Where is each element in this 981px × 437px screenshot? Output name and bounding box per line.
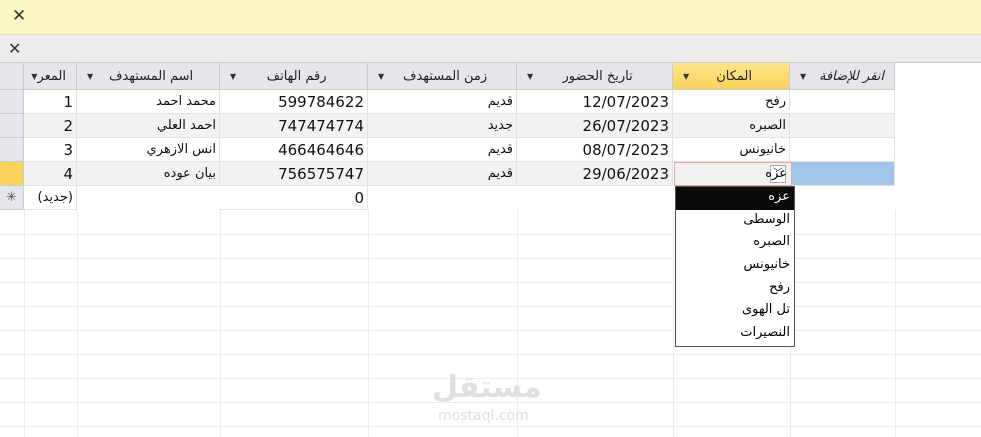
dropdown-option[interactable]: عزه xyxy=(676,187,794,210)
cell-date[interactable]: 08/07/2023 xyxy=(517,138,673,162)
place-dropdown-list: عزه الوسطى الصبره خانيونس رفح تل الهوى النصيرا… xyxy=(675,186,795,347)
cell-phone[interactable]: 756575747 xyxy=(220,162,368,186)
new-record-icon[interactable]: ✳ xyxy=(0,186,24,210)
grid-line xyxy=(0,426,981,427)
cell-date[interactable]: 26/07/2023 xyxy=(517,114,673,138)
dropdown-option[interactable]: الوسطى xyxy=(676,210,794,233)
dropdown-option[interactable]: النصيرات xyxy=(676,323,794,346)
grid-line xyxy=(220,210,221,437)
cell-add-field[interactable] xyxy=(790,138,895,162)
chevron-down-icon[interactable]: ▼ xyxy=(800,72,806,81)
cell-new-id[interactable]: (جديد) xyxy=(24,186,77,210)
close-icon[interactable]: ✕ xyxy=(8,39,21,58)
row-selector[interactable] xyxy=(0,114,24,138)
dropdown-option[interactable]: خانيونس xyxy=(676,255,794,278)
cell-id[interactable]: 2 xyxy=(24,114,77,138)
chevron-down-icon[interactable]: ▼ xyxy=(31,72,37,81)
grid-line xyxy=(24,210,25,437)
column-header-label: انقر للإضافة xyxy=(818,68,884,84)
grid-line xyxy=(77,210,78,437)
watermark-url: mostaql.com xyxy=(438,408,529,424)
cell-time[interactable]: قديم xyxy=(368,162,517,186)
close-icon[interactable]: ✕ xyxy=(12,6,26,26)
cell-time[interactable]: قديم xyxy=(368,90,517,114)
cell-name[interactable]: انس الازهري xyxy=(77,138,220,162)
column-header-label: اسم المستهدف xyxy=(108,68,194,84)
column-header-label: تاريخ الحضور xyxy=(562,68,633,84)
cell-name[interactable]: احمد العلي xyxy=(77,114,220,138)
cell-phone[interactable]: 599784622 xyxy=(220,90,368,114)
place-combo-box[interactable]: ﹀ عزه xyxy=(674,162,792,186)
chevron-down-icon[interactable]: ▼ xyxy=(378,72,384,81)
cell-id[interactable]: 4 xyxy=(24,162,77,186)
column-header-label: المكان xyxy=(716,68,752,84)
cell-place[interactable]: الصبره xyxy=(673,114,790,138)
grid-line xyxy=(0,258,981,259)
chevron-down-icon[interactable]: ▼ xyxy=(527,72,533,81)
chevron-down-icon[interactable]: ▼ xyxy=(683,72,689,81)
column-header-label: المعر xyxy=(37,68,66,84)
chevron-down-icon[interactable]: ▼ xyxy=(87,72,93,81)
cell-place[interactable]: خانيونس xyxy=(673,138,790,162)
document-tab-bar: ✕ xyxy=(0,35,981,63)
cell-time[interactable]: قديم xyxy=(368,138,517,162)
cell-add-field[interactable] xyxy=(790,90,895,114)
column-header[interactable]: تاريخ الحضور ▼ xyxy=(517,63,673,90)
chevron-down-icon[interactable]: ▼ xyxy=(230,72,236,81)
grid-line xyxy=(368,210,369,437)
grid-line xyxy=(0,330,981,331)
dropdown-option[interactable]: الصبره xyxy=(676,232,794,255)
message-bar: ✕ xyxy=(0,0,981,35)
cell-id[interactable]: 1 xyxy=(24,90,77,114)
column-header[interactable]: اسم المستهدف ▼ xyxy=(77,63,220,90)
cell-place[interactable]: رفح xyxy=(673,90,790,114)
cell-id[interactable]: 3 xyxy=(24,138,77,162)
row-selector[interactable] xyxy=(0,162,24,186)
dropdown-option[interactable]: تل الهوى xyxy=(676,300,794,323)
select-all-corner[interactable] xyxy=(0,63,24,90)
cell-add-field[interactable] xyxy=(790,162,895,186)
cell-add-field[interactable] xyxy=(790,114,895,138)
column-header[interactable]: زمن المستهدف ▼ xyxy=(368,63,517,90)
column-header[interactable]: رقم الهاتف ▼ xyxy=(220,63,368,90)
grid-line xyxy=(0,234,981,235)
combo-value: عزه xyxy=(765,166,787,181)
row-selector[interactable] xyxy=(0,90,24,114)
cell-phone[interactable]: 747474774 xyxy=(220,114,368,138)
cell-new-phone[interactable]: 0 xyxy=(220,186,368,210)
column-header-label: زمن المستهدف xyxy=(402,68,488,84)
column-header[interactable]: المعر ▼ xyxy=(24,63,77,90)
cell-time[interactable]: جديد xyxy=(368,114,517,138)
row-selector[interactable] xyxy=(0,138,24,162)
grid-line xyxy=(0,354,981,355)
cell-phone[interactable]: 466464646 xyxy=(220,138,368,162)
cell-name[interactable]: بيان عوده xyxy=(77,162,220,186)
grid-line xyxy=(0,282,981,283)
grid-line xyxy=(895,210,896,437)
column-header[interactable]: المكان ▼ xyxy=(673,63,790,90)
cell-date[interactable]: 29/06/2023 xyxy=(517,162,673,186)
column-header[interactable]: انقر للإضافة ▼ xyxy=(790,63,895,90)
dropdown-option[interactable]: رفح xyxy=(676,278,794,301)
grid-line xyxy=(0,306,981,307)
grid-line xyxy=(673,210,674,437)
cell-name[interactable]: محمد احمد xyxy=(77,90,220,114)
watermark-logo: مستقل xyxy=(432,370,542,405)
column-header-label: رقم الهاتف xyxy=(266,68,327,84)
cell-date[interactable]: 12/07/2023 xyxy=(517,90,673,114)
